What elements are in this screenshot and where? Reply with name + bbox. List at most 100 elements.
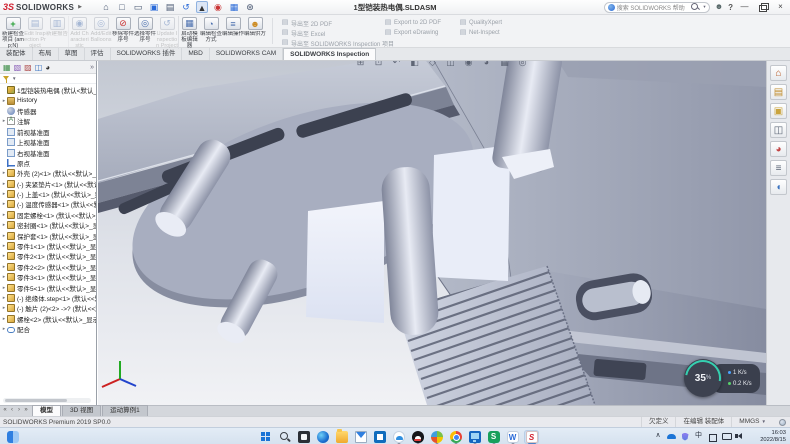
solidworks-taskbar-icon[interactable] bbox=[524, 430, 539, 444]
options-gear-icon[interactable]: ⊛ bbox=[244, 1, 256, 13]
menu-expand-arrow-icon[interactable]: ▶ bbox=[78, 4, 82, 10]
export-command[interactable]: ▤导出至 SOLIDWORKS Inspection 项目 bbox=[281, 38, 394, 48]
help-button[interactable]: ? bbox=[728, 3, 733, 12]
command-tab[interactable]: 评估 bbox=[85, 48, 111, 60]
command-tab[interactable]: 草图 bbox=[59, 48, 85, 60]
add-edit-balloons-button[interactable]: ◎ Add/Edit Balloons bbox=[90, 16, 112, 49]
dimxpert-tab-icon[interactable]: ◫ bbox=[35, 62, 43, 73]
tree-item[interactable]: ▸ (-) 触片 (2)<2> ->? (默认<<默认 bbox=[0, 303, 96, 313]
tree-item[interactable]: ▸ 零件3<1> (默认<<默认>_显示状态 bbox=[0, 272, 96, 282]
tree-item[interactable]: ▸ 配合 bbox=[0, 324, 96, 334]
browser-360-icon[interactable] bbox=[429, 430, 444, 444]
file-explorer-icon[interactable]: ▣ bbox=[770, 103, 787, 119]
propertymanager-tab-icon[interactable]: ▧ bbox=[14, 62, 22, 73]
quick-tips-icon[interactable] bbox=[779, 419, 786, 426]
tree-item[interactable]: 传感器 bbox=[0, 106, 96, 116]
app-s-icon[interactable] bbox=[486, 430, 501, 444]
taskbar-clock[interactable]: 16:03 2022/8/15 bbox=[760, 430, 786, 444]
tree-item[interactable]: ▸ (-) 温度传感器<1> (默认<<默认>_ bbox=[0, 199, 96, 209]
new-inspection-project-button[interactable]: + 新建检查项目 (amp;N) bbox=[2, 16, 24, 49]
restore-button[interactable] bbox=[756, 2, 769, 13]
document-tab[interactable]: 运动算例1 bbox=[102, 405, 148, 416]
tab-nav-arrow-icon[interactable]: » bbox=[23, 406, 29, 415]
command-tab[interactable]: MBD bbox=[182, 48, 209, 60]
print-icon[interactable]: ▤ bbox=[164, 1, 176, 13]
mail-icon[interactable] bbox=[353, 430, 368, 444]
cast-device-icon[interactable] bbox=[721, 430, 731, 442]
undo-icon[interactable]: ↺ bbox=[180, 1, 192, 13]
forum-icon[interactable]: ◖ bbox=[770, 179, 787, 195]
featuremanager-tab-icon[interactable]: ▦ bbox=[3, 62, 11, 73]
close-button[interactable]: × bbox=[774, 2, 787, 13]
remove-balloons-button[interactable]: ⊘ 移除零件序号 bbox=[112, 16, 134, 49]
tree-item[interactable]: 1型铠装热电偶 (默认<默认_显示状态-1> bbox=[0, 85, 96, 95]
export-command[interactable]: ▤导出至 2D PDF bbox=[281, 18, 394, 28]
panel-overflow-icon[interactable]: » bbox=[90, 64, 94, 71]
open-icon[interactable]: ▭ bbox=[132, 1, 144, 13]
new-report-button[interactable]: ▥ 新建报告 bbox=[46, 16, 68, 49]
ime-chinese-icon[interactable]: 中 bbox=[694, 430, 704, 442]
tree-item[interactable]: ▸ 零件1<1> (默认<<默认>_显示状态 bbox=[0, 241, 96, 251]
tree-item[interactable]: ▸ 外壳 (2)<1> (默认<<默认>_显示状 bbox=[0, 168, 96, 178]
home-icon[interactable]: ⌂ bbox=[100, 1, 112, 13]
command-tab[interactable]: SOLIDWORKS Inspection bbox=[283, 48, 376, 60]
ime-grid-icon[interactable] bbox=[707, 430, 717, 442]
custom-properties-icon[interactable]: ≡ bbox=[770, 160, 787, 176]
tree-item[interactable]: ▸ 密封圈<1> (默认<<默认>_显示状 bbox=[0, 220, 96, 230]
rebuild-icon[interactable]: ◉ bbox=[212, 1, 224, 13]
performance-widget[interactable]: 1 K/s 0.2 K/s 35% bbox=[684, 359, 762, 399]
save-icon[interactable]: ▣ bbox=[148, 1, 160, 13]
export-command[interactable]: ▤Export to 2D PDF bbox=[384, 18, 441, 28]
tree-item[interactable]: 原点 bbox=[0, 158, 96, 168]
tree-item[interactable]: ▸ 保护套<1> (默认<<默认>_显示状 bbox=[0, 230, 96, 240]
tree-item[interactable]: ▸ 零件5<1> (默认<<默认>_显示状态 bbox=[0, 282, 96, 292]
tree-item[interactable]: ▸ 注解 bbox=[0, 116, 96, 126]
tab-nav-arrow-icon[interactable]: › bbox=[16, 406, 22, 415]
tree-item[interactable]: ▸ 固定螺栓<1> (默认<<默认>_显示状 bbox=[0, 210, 96, 220]
panel-horizontal-scrollbar[interactable] bbox=[3, 398, 91, 403]
file-properties-icon[interactable]: ▦ bbox=[228, 1, 240, 13]
tree-item[interactable]: ▸ History bbox=[0, 95, 96, 105]
file-explorer-icon[interactable] bbox=[334, 430, 349, 444]
tree-item[interactable]: 前视基准面 bbox=[0, 127, 96, 137]
start-icon[interactable] bbox=[258, 430, 273, 444]
cloud-app-icon[interactable] bbox=[391, 430, 406, 444]
template-editor-button[interactable]: ▦ 启动模板编辑器 bbox=[178, 16, 200, 49]
command-tab[interactable]: 装配体 bbox=[0, 48, 33, 60]
add-characteristic-button[interactable]: ◉ Add Characteristic bbox=[68, 16, 90, 49]
remote-desktop-icon[interactable] bbox=[467, 430, 482, 444]
document-tab[interactable]: 模型 bbox=[32, 405, 61, 416]
edge-icon[interactable] bbox=[315, 430, 330, 444]
volume-icon[interactable] bbox=[734, 430, 744, 442]
tab-nav-arrow-icon[interactable]: ‹ bbox=[9, 406, 15, 415]
export-command[interactable]: ▤Net-Inspect bbox=[459, 28, 502, 38]
solidworks-resources-icon[interactable]: ⌂ bbox=[770, 65, 787, 81]
tree-item[interactable]: ▸ (-) 夹紧垫片<1> (默认<<默认>_显 bbox=[0, 179, 96, 189]
minimize-button[interactable]: — bbox=[738, 2, 751, 13]
unit-system[interactable]: MMGS▼ bbox=[731, 417, 773, 427]
edit-inspection-project-button[interactable]: ▤ Edit Inspection Project bbox=[24, 16, 46, 49]
tree-item[interactable]: ▸ (-) 上盖<1> (默认<<默认>_显示状 bbox=[0, 189, 96, 199]
export-command[interactable]: ▤QualityXpert bbox=[459, 18, 502, 28]
configurationmanager-tab-icon[interactable]: ▨ bbox=[24, 62, 32, 73]
tree-item[interactable]: 上视基准面 bbox=[0, 137, 96, 147]
wps-icon[interactable] bbox=[505, 430, 520, 444]
tree-item[interactable]: ▸ 螺栓<2> (默认<<默认>_显示状态 bbox=[0, 314, 96, 324]
onedrive-icon[interactable] bbox=[667, 430, 677, 442]
widgets-icon[interactable] bbox=[5, 430, 20, 444]
search-input[interactable]: 搜索 SOLIDWORKS 帮助 ▾ bbox=[604, 2, 710, 13]
edit-operations-button[interactable]: ≡ 编辑操作 bbox=[222, 16, 244, 49]
tree-item[interactable]: ▸ 零件2<2> (默认<<默认>_显示状态 bbox=[0, 262, 96, 272]
search-caret-icon[interactable]: ▾ bbox=[703, 4, 705, 10]
command-tab[interactable]: SOLIDWORKS 插件 bbox=[111, 48, 183, 60]
displaymanager-tab-icon[interactable]: ◕ bbox=[45, 62, 50, 73]
document-tab[interactable]: 3D 视图 bbox=[62, 405, 101, 416]
tray-chevron-icon[interactable]: ∧ bbox=[653, 430, 663, 442]
appearances-icon[interactable]: ◕ bbox=[770, 141, 787, 157]
export-command[interactable]: ▤Export eDrawing bbox=[384, 28, 441, 38]
store-icon[interactable] bbox=[372, 430, 387, 444]
edit-inspection-methods-button[interactable]: ◔ 编辑检查方式 bbox=[200, 16, 222, 49]
select-balloons-button[interactable]: ◎ 选择零件序号 bbox=[134, 16, 156, 49]
new-document-icon[interactable]: □ bbox=[116, 1, 128, 13]
search-icon[interactable] bbox=[277, 430, 292, 444]
